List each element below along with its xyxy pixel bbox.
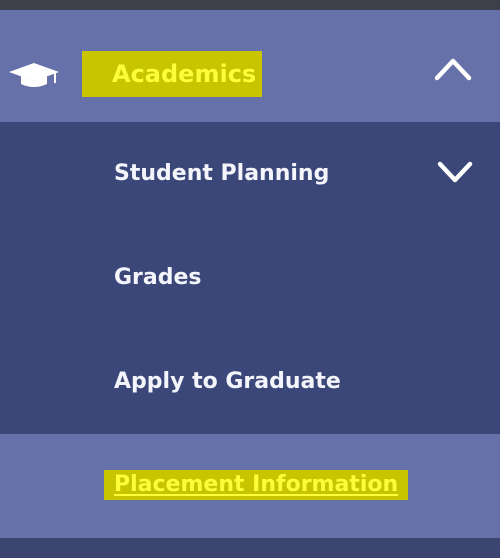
submenu-item-grades[interactable]: Grades	[0, 226, 500, 330]
sidebar-menu: Academics Student Planning Grades Apply …	[0, 10, 500, 538]
menu-item-placement-information[interactable]: Placement Information	[0, 434, 500, 538]
submenu-item-student-planning[interactable]: Student Planning	[0, 122, 500, 226]
top-border-strip	[0, 0, 500, 10]
placement-information-link[interactable]: Placement Information	[104, 470, 409, 500]
graduation-cap-icon	[9, 63, 59, 87]
submenu-item-label: Student Planning	[114, 161, 330, 186]
submenu-item-label: Grades	[114, 265, 202, 290]
submenu-item-label: Apply to Graduate	[114, 369, 341, 394]
menu-section-academics[interactable]: Academics	[0, 10, 500, 122]
academics-submenu: Student Planning Grades Apply to Graduat…	[0, 122, 500, 434]
submenu-item-apply-to-graduate[interactable]: Apply to Graduate	[0, 330, 500, 434]
menu-section-label: Academics	[82, 51, 263, 97]
chevron-down-icon[interactable]	[437, 160, 473, 184]
chevron-up-icon[interactable]	[434, 56, 472, 82]
bottom-border-strip	[0, 544, 500, 558]
